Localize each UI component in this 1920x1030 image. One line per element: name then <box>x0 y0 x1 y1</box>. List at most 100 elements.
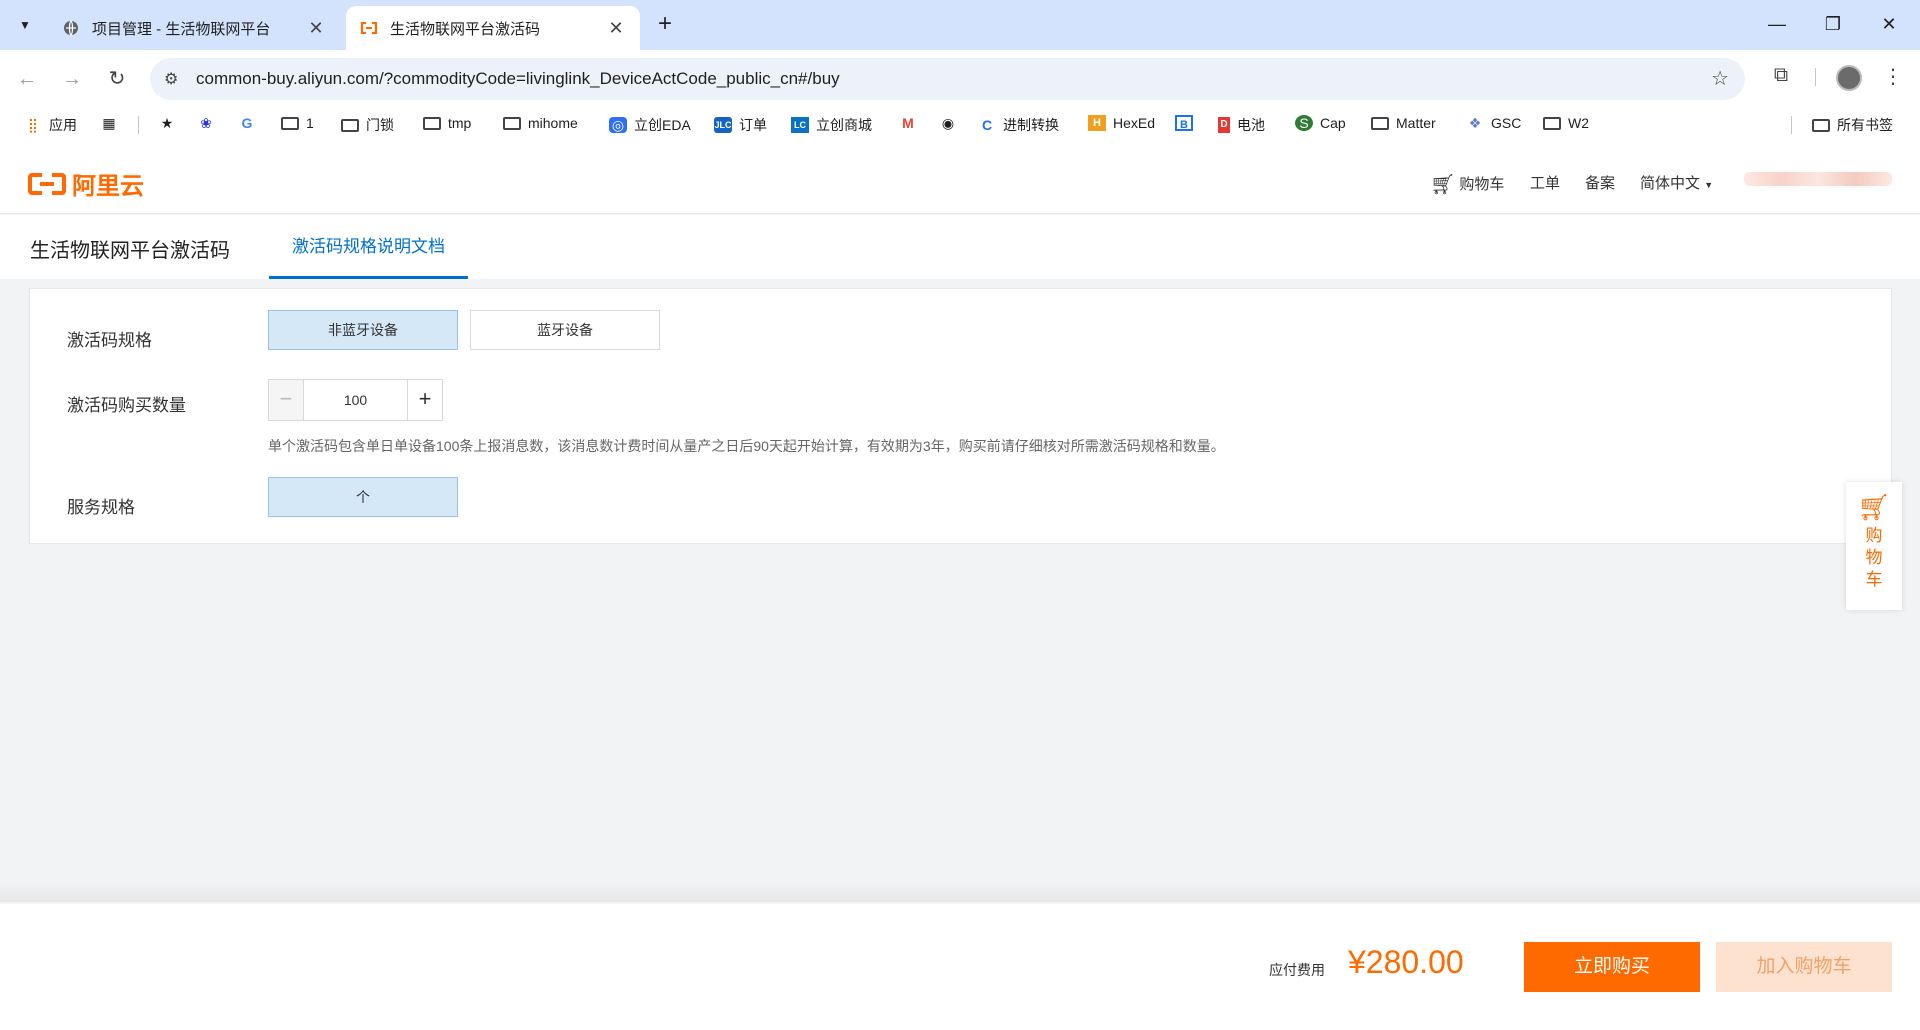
bookmark-globe[interactable]: ◉ <box>939 115 964 131</box>
gmail-icon: M <box>902 115 914 131</box>
browser-tab-project[interactable]: 项目管理 - 生活物联网平台 ✕ <box>48 6 340 50</box>
page-content: 阿里云 🛒︎ 购物车 工单 备案 简体中文 ▼ 生活物联网平台激活码 激活码规格说… <box>0 142 1920 1030</box>
jlc-icon: JLC <box>714 117 732 133</box>
bookmark-base-convert[interactable]: C 进制转换 <box>978 115 1059 135</box>
header-ticket-link[interactable]: 工单 <box>1530 172 1560 193</box>
menu-kebab-icon[interactable]: ⋮ <box>1878 64 1908 89</box>
browser-toolbar: ← → ↻ ⚙ common-buy.aliyun.com/?commodity… <box>0 50 1920 108</box>
aliyun-logo[interactable]: 阿里云 <box>28 166 144 201</box>
caret-down-icon: ▼ <box>1704 180 1714 190</box>
header-filing-link[interactable]: 备案 <box>1585 172 1615 193</box>
quantity-decrement-button[interactable]: − <box>269 380 304 420</box>
tab-title: 生活物联网平台激活码 <box>390 20 541 38</box>
back-icon[interactable]: ← <box>12 64 42 94</box>
add-to-cart-button[interactable]: 加入购物车 <box>1716 942 1892 992</box>
bookmark-cap[interactable]: S Cap <box>1295 115 1346 131</box>
grid-icon: ▦ <box>102 115 116 131</box>
all-bookmarks[interactable]: 所有书签 <box>1812 115 1893 135</box>
profile-avatar[interactable] <box>1836 65 1862 91</box>
user-account-blurred[interactable] <box>1744 172 1892 186</box>
bookmark-star[interactable]: ★ <box>158 115 183 131</box>
header-cart-link[interactable]: 🛒︎ 购物车 <box>1430 172 1504 197</box>
browser-tab-activation-code[interactable]: 生活物联网平台激活码 ✕ <box>346 6 640 50</box>
extensions-icon[interactable]: ⧉ <box>1766 64 1796 87</box>
bookmark-folder-lock[interactable]: 门锁 <box>341 115 394 135</box>
bookmark-lcsc[interactable]: LC 立创商城 <box>791 115 872 135</box>
purchase-footer: 应付费用 ¥280.00 立即购买 加入购物车 <box>0 904 1920 1030</box>
bookmark-folder-1[interactable]: 1 <box>281 115 314 131</box>
site-info-icon[interactable]: ⚙ <box>164 69 178 89</box>
bookmark-grid[interactable]: ▦ <box>100 115 125 131</box>
shopping-cart-icon: 🛒︎ <box>1857 492 1891 522</box>
lcsc-icon: LC <box>791 117 809 133</box>
b-icon: B <box>1175 115 1193 131</box>
buy-now-button[interactable]: 立即购买 <box>1524 942 1700 992</box>
bookmark-gsc[interactable]: ❖ GSC <box>1466 115 1522 131</box>
spec-option-non-bluetooth[interactable]: 非蓝牙设备 <box>268 310 458 350</box>
bookmark-folder-tmp[interactable]: tmp <box>423 115 471 131</box>
bookmark-google[interactable]: G <box>238 115 263 131</box>
quantity-stepper: − 100 + <box>268 379 443 421</box>
shopping-cart-icon: 🛒︎ <box>1430 174 1456 196</box>
close-window-icon[interactable]: ✕ <box>1866 8 1912 40</box>
quantity-input[interactable]: 100 <box>304 380 407 420</box>
bookmark-lceda[interactable]: ◎ 立创EDA <box>609 115 691 135</box>
folder-icon <box>1812 118 1830 132</box>
floating-cart-label: 购物车 <box>1865 526 1883 589</box>
folder-icon <box>1543 116 1561 130</box>
url-text[interactable]: common-buy.aliyun.com/?commodityCode=liv… <box>196 69 840 89</box>
language-selector[interactable]: 简体中文 ▼ <box>1640 172 1713 193</box>
bookmark-apps[interactable]: ⣿ 应用 <box>24 115 77 135</box>
bookmark-order[interactable]: JLC 订单 <box>714 115 767 135</box>
folder-icon <box>503 116 521 130</box>
aliyun-favicon-icon <box>360 19 378 37</box>
fee-label: 应付费用 <box>1269 962 1325 978</box>
close-icon[interactable]: ✕ <box>306 18 326 39</box>
floating-cart-button[interactable]: 🛒︎ 购物车 <box>1846 482 1902 610</box>
star-icon: ★ <box>160 115 174 131</box>
total-price: ¥280.00 <box>1348 944 1464 980</box>
bookmark-battery[interactable]: D 电池 <box>1218 115 1265 135</box>
bookmark-folder-w2[interactable]: W2 <box>1543 115 1589 131</box>
bookmark-hexed[interactable]: H HexEd <box>1088 115 1155 131</box>
forward-icon[interactable]: → <box>57 64 87 94</box>
minimize-icon[interactable]: — <box>1754 8 1800 40</box>
gsc-icon: ❖ <box>1468 115 1482 131</box>
quantity-note: 单个激活码包含单日单设备100条上报消息数，该消息数计费时间从量产之日后90天起… <box>268 438 1225 454</box>
folder-icon <box>1371 116 1389 130</box>
restore-icon[interactable]: ❐ <box>1810 8 1856 40</box>
product-subnav: 生活物联网平台激活码 激活码规格说明文档 <box>0 215 1920 279</box>
chevron-down-icon: ▼ <box>19 18 31 32</box>
purchase-config-card: 激活码规格 非蓝牙设备 蓝牙设备 激活码购买数量 − 100 + 单个激活码包含… <box>29 288 1892 544</box>
address-bar[interactable]: ⚙ common-buy.aliyun.com/?commodityCode=l… <box>150 58 1745 100</box>
bookmarks-bar: ⣿ 应用 ▦ ★ ❀ G 1 门锁 tmp mihome ◎ 立创EDA JLC 订… <box>0 108 1920 142</box>
bookmark-folder-matter[interactable]: Matter <box>1371 115 1436 131</box>
close-icon[interactable]: ✕ <box>606 18 626 39</box>
tab-search-button[interactable]: ▼ <box>10 10 40 40</box>
bookmark-baidu[interactable]: ❀ <box>197 115 222 131</box>
bookmark-folder-mihome[interactable]: mihome <box>503 115 578 131</box>
folder-icon <box>423 116 441 130</box>
bookmark-star-icon[interactable]: ☆ <box>1711 66 1729 91</box>
convert-icon: C <box>981 117 993 133</box>
quantity-label: 激活码购买数量 <box>67 396 186 415</box>
quantity-increment-button[interactable]: + <box>407 380 442 420</box>
service-spec-label: 服务规格 <box>67 498 135 517</box>
site-header: 阿里云 🛒︎ 购物车 工单 备案 简体中文 ▼ <box>0 142 1920 214</box>
service-spec-option[interactable]: 个 <box>268 477 458 517</box>
bookmark-gmail[interactable]: M <box>899 115 924 131</box>
lceda-icon: ◎ <box>609 117 627 133</box>
globe-icon <box>62 19 80 37</box>
spec-label: 激活码规格 <box>67 331 152 350</box>
browser-tab-strip: ▼ 项目管理 - 生活物联网平台 ✕ 生活物联网平台激活码 ✕ + — ❐ ✕ <box>0 0 1920 50</box>
aliyun-logo-icon <box>28 171 66 198</box>
battery-icon: D <box>1218 117 1230 133</box>
reload-icon[interactable]: ↻ <box>102 64 132 94</box>
bookmark-b[interactable]: B <box>1175 115 1200 131</box>
spec-option-bluetooth[interactable]: 蓝牙设备 <box>470 310 660 350</box>
product-title: 生活物联网平台激活码 <box>30 240 230 262</box>
tab-spec-doc[interactable]: 激活码规格说明文档 <box>269 215 468 279</box>
hexed-icon: H <box>1088 115 1106 131</box>
new-tab-button[interactable]: + <box>650 10 680 40</box>
footer-shadow <box>0 882 1920 902</box>
